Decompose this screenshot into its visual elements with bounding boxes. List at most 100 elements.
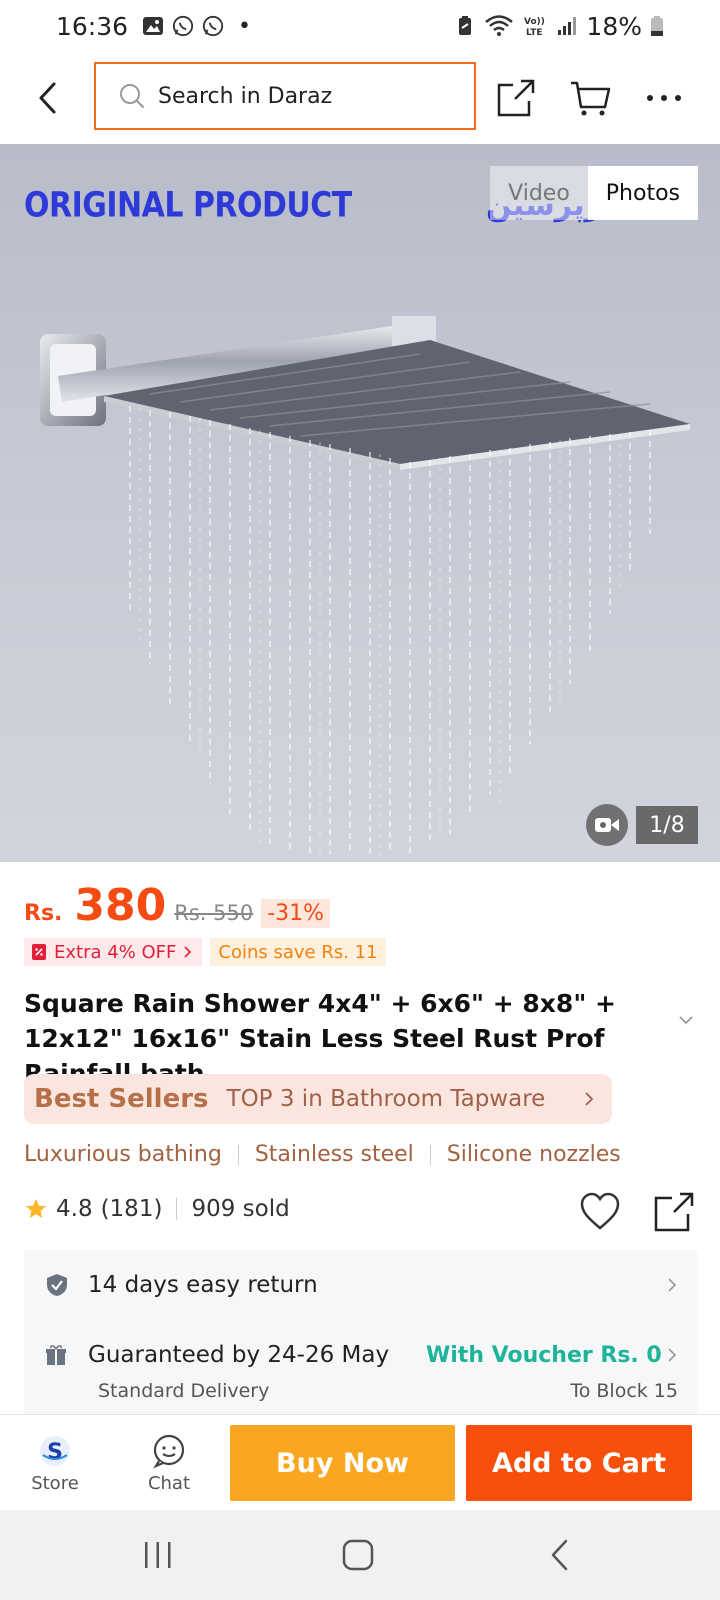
signal-icon	[556, 15, 578, 37]
battery-icon	[650, 15, 664, 37]
media-toggle: Video Photos	[490, 166, 698, 220]
status-dot: •	[238, 13, 252, 39]
divider	[429, 1144, 431, 1165]
recents-button[interactable]	[128, 1530, 188, 1580]
back-icon	[551, 1539, 568, 1571]
status-bar: 16:36 • Vo)) LTE 18%	[0, 0, 720, 52]
tab-photos[interactable]: Photos	[587, 166, 698, 220]
battery-percent: 18%	[586, 11, 642, 41]
sold-count: 909 sold	[191, 1196, 290, 1222]
delivery-destination[interactable]: To Block 15	[570, 1380, 678, 1402]
share-icon	[497, 79, 535, 117]
original-price: Rs. 550	[174, 901, 254, 925]
chevron-right-icon	[184, 946, 192, 958]
chat-button[interactable]: Chat	[124, 1415, 214, 1511]
title-expand-button[interactable]	[676, 1010, 700, 1034]
chevron-right-icon	[668, 1278, 677, 1292]
original-product-label: ORIGINAL PRODUCT	[24, 185, 352, 226]
svg-text:LTE: LTE	[526, 28, 543, 38]
best-sellers-text: TOP 3 in Bathroom Tapware	[226, 1086, 546, 1112]
extra-off-label: Extra 4% OFF	[54, 941, 177, 963]
image-counter: 1/8	[636, 806, 698, 844]
video-camera-icon	[595, 818, 619, 832]
add-to-cart-button[interactable]: Add to Cart	[466, 1425, 692, 1501]
gift-icon	[46, 1345, 66, 1365]
return-policy-text: 14 days easy return	[88, 1272, 318, 1298]
tab-video[interactable]: Video	[490, 166, 588, 220]
chat-label: Chat	[147, 1472, 191, 1494]
volte-icon: Vo)) LTE	[522, 15, 548, 38]
chevron-right-icon	[585, 1092, 594, 1106]
chat-icon	[153, 1434, 185, 1468]
cart-button[interactable]	[566, 74, 614, 122]
wifi-icon	[484, 15, 514, 37]
cart-icon	[571, 81, 611, 116]
bottom-action-bar: S Store Chat Buy Now Add to Cart	[0, 1414, 720, 1510]
search-input[interactable]: Search in Daraz	[94, 62, 476, 130]
star-icon	[26, 1199, 46, 1218]
recents-icon	[145, 1542, 171, 1568]
wishlist-button[interactable]	[578, 1190, 624, 1236]
chevron-right-icon	[668, 1348, 677, 1362]
feature-tags: Luxurious bathing Stainless steel Silico…	[24, 1142, 621, 1167]
shower-image	[40, 316, 690, 856]
svg-text:Vo)): Vo))	[524, 17, 545, 27]
rating-row[interactable]: 4.8 (181) 909 sold	[24, 1196, 290, 1222]
delivery-date: Guaranteed by 24-26 May	[88, 1342, 390, 1368]
video-play-button[interactable]	[586, 804, 628, 846]
feature-tag: Stainless steel	[254, 1142, 414, 1167]
back-icon	[39, 82, 56, 114]
delivery-type: Standard Delivery	[98, 1380, 270, 1402]
home-button[interactable]	[328, 1530, 388, 1580]
nav-back-button[interactable]	[530, 1530, 590, 1580]
store-button[interactable]: S Store	[10, 1415, 100, 1511]
store-label: Store	[31, 1472, 79, 1494]
delivery-voucher: With Voucher Rs. 0	[426, 1342, 662, 1368]
voucher-icon	[32, 944, 46, 960]
current-price: 380	[74, 880, 167, 931]
best-sellers-badge: Best Sellers	[34, 1084, 209, 1114]
price-row: Rs. 380 Rs. 550 -31%	[24, 880, 331, 931]
return-policy-row[interactable]: 14 days easy return	[24, 1260, 698, 1310]
share-icon	[654, 1192, 694, 1232]
gallery-icon	[142, 15, 164, 37]
more-button[interactable]	[640, 74, 688, 122]
delivery-row[interactable]: Guaranteed by 24-26 May With Voucher Rs.…	[24, 1332, 698, 1378]
rating-score: 4.8	[56, 1196, 93, 1222]
extra-off-chip[interactable]: Extra 4% OFF	[24, 938, 203, 966]
svg-text:S: S	[47, 1440, 63, 1465]
header: Search in Daraz	[0, 52, 720, 144]
whatsapp-icon	[172, 15, 194, 37]
whatsapp-icon	[202, 15, 224, 37]
store-logo-icon: S	[40, 1435, 70, 1466]
product-share-button[interactable]	[652, 1190, 698, 1236]
feature-tag: Luxurious bathing	[24, 1142, 222, 1167]
service-card: 14 days easy return Guaranteed by 24-26 …	[24, 1250, 698, 1418]
status-left: 16:36 •	[56, 12, 251, 41]
buy-now-button[interactable]: Buy Now	[230, 1425, 455, 1501]
divider	[176, 1198, 178, 1220]
chevron-down-icon	[679, 1016, 693, 1025]
search-placeholder: Search in Daraz	[158, 83, 333, 109]
product-gallery[interactable]: ORIGINAL PRODUCT سرپرسین Video Photos 1/…	[0, 144, 720, 862]
more-icon	[647, 95, 681, 101]
heart-icon	[580, 1192, 620, 1230]
share-button[interactable]	[492, 74, 540, 122]
feature-tag: Silicone nozzles	[446, 1142, 621, 1167]
best-sellers-banner[interactable]: Best Sellers TOP 3 in Bathroom Tapware	[24, 1074, 612, 1124]
back-button[interactable]	[28, 74, 68, 122]
coins-chip: Coins save Rs. 11	[210, 938, 386, 966]
status-right: Vo)) LTE 18%	[454, 12, 664, 41]
battery-saver-icon	[454, 15, 476, 37]
home-icon	[342, 1539, 374, 1571]
coins-label: Coins save Rs. 11	[218, 941, 378, 963]
shield-check-icon	[47, 1274, 67, 1296]
promo-row: Extra 4% OFF Coins save Rs. 11	[24, 938, 386, 966]
currency: Rs.	[24, 901, 63, 926]
discount-badge: -31%	[261, 899, 331, 928]
divider	[237, 1144, 239, 1165]
system-nav-bar	[0, 1510, 720, 1600]
search-icon	[118, 82, 146, 110]
rating-count: (181)	[100, 1196, 163, 1222]
status-time: 16:36	[56, 11, 129, 41]
